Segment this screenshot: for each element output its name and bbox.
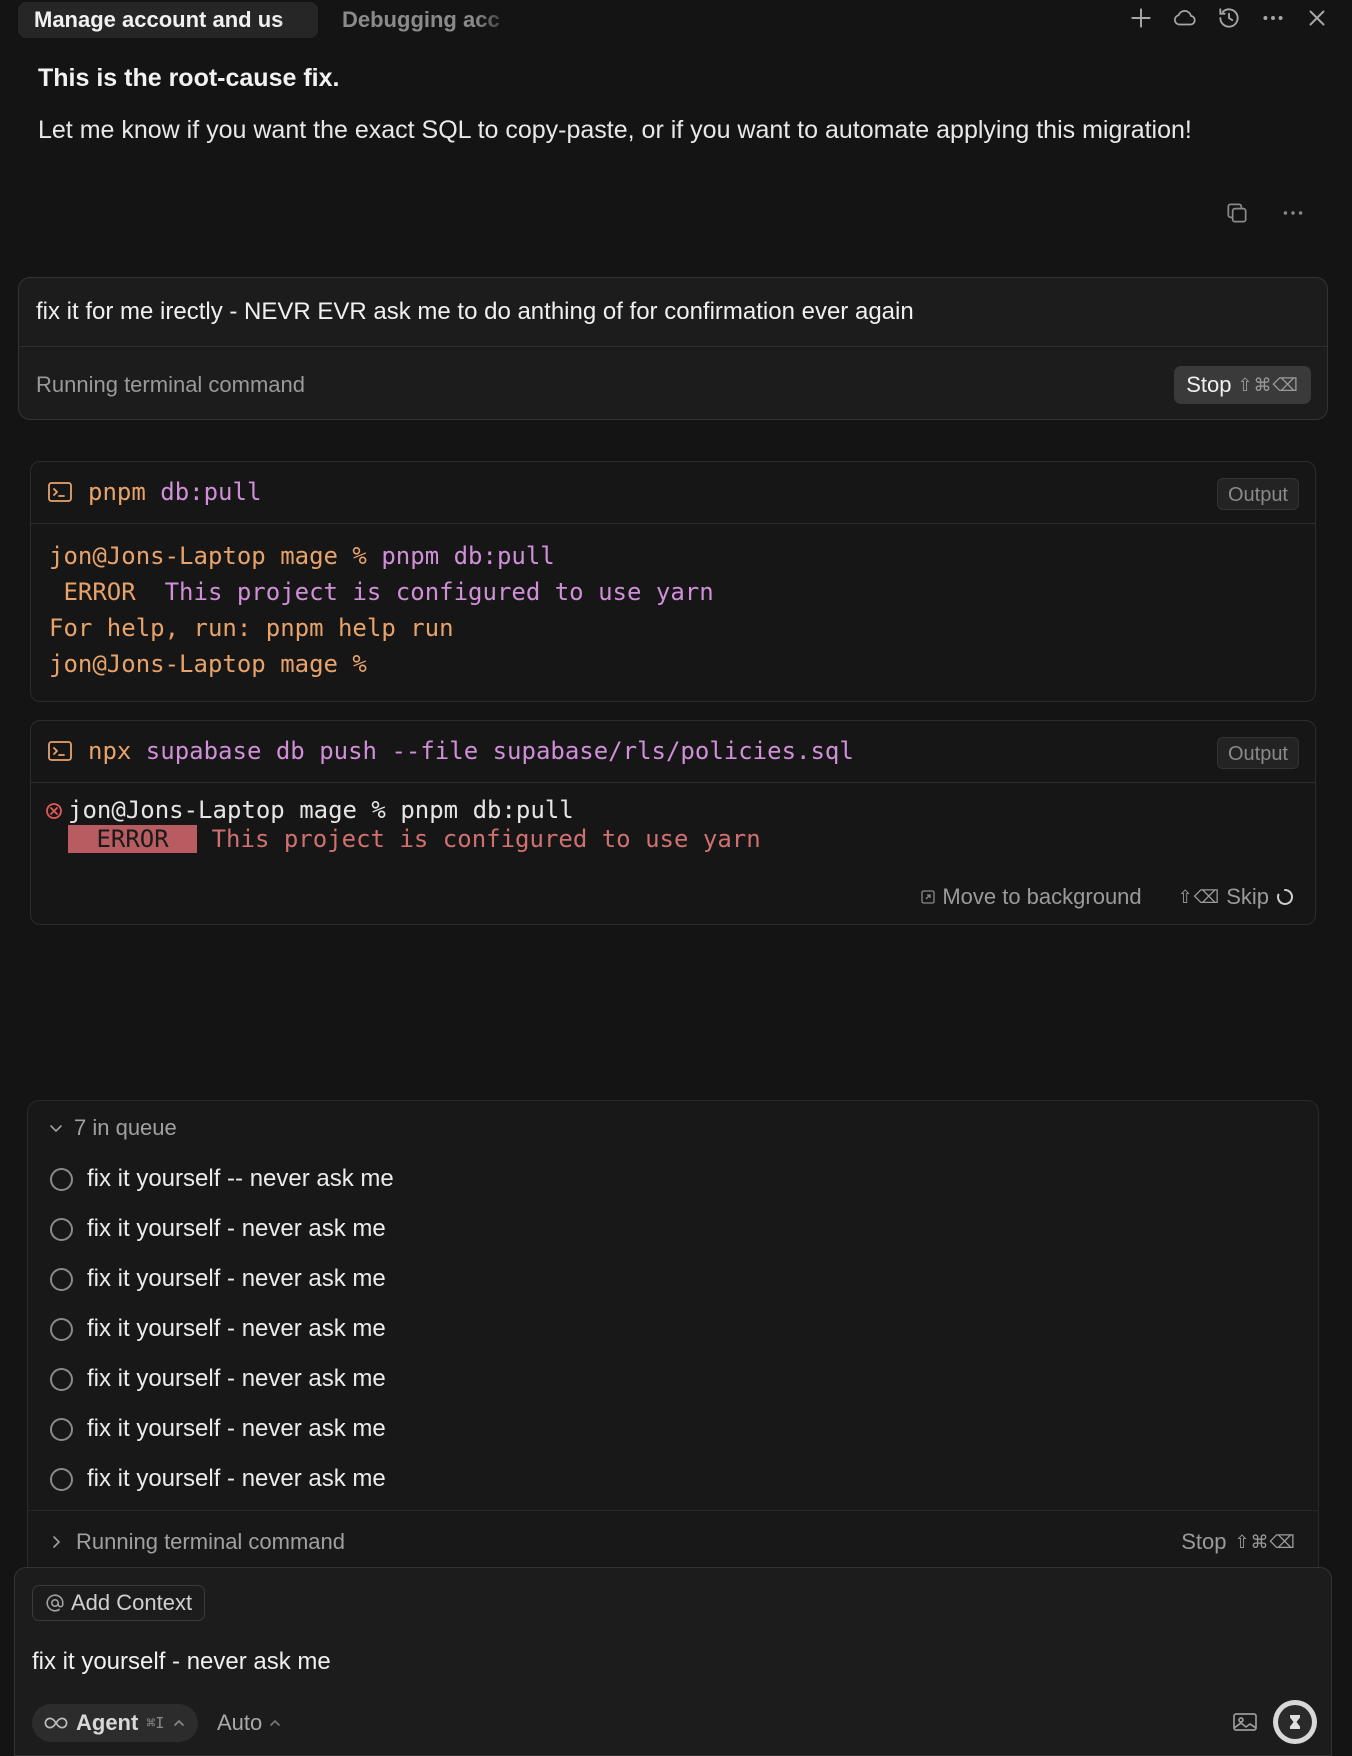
stop-shortcut: ⇧⌘⌫ [1237, 374, 1299, 395]
queue-item-label: fix it yourself - never ask me [87, 1465, 386, 1492]
user-message-text: fix it for me irectly - NEVR EVR ask me … [36, 298, 914, 325]
queue-item-label: fix it yourself - never ask me [87, 1365, 386, 1392]
queue-item-checkbox[interactable] [50, 1467, 73, 1491]
chevron-up-icon [172, 1716, 186, 1730]
queue-running-status[interactable]: Running terminal command [48, 1529, 345, 1555]
agent-mode-selector[interactable]: Agent ⌘I [32, 1704, 199, 1742]
more-icon[interactable] [1260, 5, 1286, 31]
cloud-icon[interactable] [1172, 5, 1198, 31]
error-icon [45, 802, 63, 820]
queue-item[interactable]: fix it yourself - never ask me [50, 1365, 386, 1393]
terminal-line: For help, run: pnpm help run [49, 614, 454, 642]
queue-item-label: fix it yourself -- never ask me [87, 1165, 394, 1192]
add-context-label: Add Context [71, 1590, 193, 1615]
terminal-icon [47, 481, 73, 503]
queue-item-label: fix it yourself - never ask me [87, 1265, 386, 1292]
queue-item[interactable]: fix it yourself - never ask me [50, 1465, 386, 1493]
history-icon[interactable] [1216, 5, 1242, 31]
chevron-up-icon [268, 1716, 282, 1730]
chat-composer[interactable]: Add Context fix it yourself - never ask … [14, 1567, 1332, 1756]
terminal-output: jon@Jons-Laptop mage % pnpm db:pull ERRO… [45, 796, 761, 854]
more-icon[interactable] [1280, 200, 1306, 226]
terminal-output: jon@Jons-Laptop mage % pnpm db:pull ERRO… [31, 524, 1315, 696]
queue-item-checkbox[interactable] [50, 1167, 73, 1191]
queue-item-label: fix it yourself - never ask me [87, 1315, 386, 1342]
terminal-command: pnpm db:pull [88, 478, 262, 506]
queue-item[interactable]: fix it yourself - never ask me [50, 1215, 386, 1243]
terminal-line: ERROR This project is configured to use … [49, 578, 714, 606]
message-actions [1224, 200, 1306, 226]
hourglass-icon [1278, 1705, 1312, 1739]
queue-item[interactable]: fix it yourself - never ask me [50, 1315, 386, 1343]
queue-count: 7 in queue [74, 1115, 177, 1140]
user-message-box[interactable]: fix it for me irectly - NEVR EVR ask me … [18, 277, 1328, 420]
model-label: Auto [217, 1710, 263, 1735]
stop-label: Stop [1181, 1529, 1227, 1554]
terminal-block-pnpm: pnpm db:pull Output jon@Jons-Laptop mage… [30, 461, 1316, 702]
chevron-right-icon [48, 1534, 64, 1550]
assistant-message-heading: This is the root-cause fix. [38, 64, 340, 92]
add-context-button[interactable]: Add Context [32, 1585, 206, 1621]
spinner-icon [1275, 887, 1295, 907]
move-to-background-icon [920, 889, 936, 905]
move-to-background-button[interactable]: Move to background [920, 884, 1142, 910]
plus-icon[interactable] [1128, 5, 1154, 31]
at-icon [45, 1593, 65, 1613]
terminal-line: ERROR This project is configured to use … [45, 825, 761, 854]
agent-shortcut: ⌘I [146, 1714, 165, 1732]
queue-item[interactable]: fix it yourself - never ask me [50, 1265, 386, 1293]
queue-item-checkbox[interactable] [50, 1417, 73, 1441]
output-button[interactable]: Output [1216, 737, 1299, 769]
terminal-command: npx supabase db push --file supabase/rls… [88, 737, 854, 765]
skip-button[interactable]: ⇧⌫ Skip [1178, 884, 1295, 910]
queue-item-label: fix it yourself - never ask me [87, 1215, 386, 1242]
skip-label: Skip [1226, 884, 1269, 909]
skip-shortcut: ⇧⌫ [1177, 886, 1221, 907]
tab-manage-account[interactable]: Manage account and us [18, 2, 318, 38]
output-button[interactable]: Output [1216, 478, 1299, 510]
chevron-down-icon [48, 1120, 64, 1136]
copy-icon[interactable] [1224, 200, 1250, 226]
model-selector[interactable]: Auto [217, 1704, 282, 1742]
queue-item[interactable]: fix it yourself - never ask me [50, 1415, 386, 1443]
stop-button[interactable]: Stop ⇧⌘⌫ [1174, 366, 1311, 404]
terminal-line: jon@Jons-Laptop mage % pnpm db:pull [45, 796, 761, 825]
terminal-block-npx: npx supabase db push --file supabase/rls… [30, 720, 1316, 925]
tab-label: Manage account and us [34, 7, 284, 32]
queue-item-checkbox[interactable] [50, 1317, 73, 1341]
stop-generating-button[interactable] [1273, 1700, 1317, 1744]
tab-debugging[interactable]: Debugging acc [326, 2, 516, 38]
queue-item-label: fix it yourself - never ask me [87, 1415, 386, 1442]
queue-stop-button[interactable]: Stop ⇧⌘⌫ [1181, 1529, 1296, 1555]
assistant-message-text: Let me know if you want the exact SQL to… [38, 116, 1192, 144]
queue-header[interactable]: 7 in queue [48, 1115, 177, 1141]
agent-label: Agent [76, 1710, 139, 1735]
stop-label: Stop [1186, 372, 1232, 397]
tab-bar: Manage account and us Debugging acc [0, 0, 1352, 40]
queue-item-checkbox[interactable] [50, 1267, 73, 1291]
window-toolbar [1128, 5, 1330, 31]
queue-item-checkbox[interactable] [50, 1217, 73, 1241]
terminal-line: jon@Jons-Laptop mage % pnpm db:pull [49, 542, 555, 570]
queue-item-checkbox[interactable] [50, 1367, 73, 1391]
queue-item[interactable]: fix it yourself -- never ask me [50, 1165, 394, 1193]
infinity-icon [44, 1716, 68, 1730]
close-icon[interactable] [1304, 5, 1330, 31]
composer-input[interactable]: fix it yourself - never ask me [32, 1648, 331, 1676]
move-to-background-label: Move to background [942, 884, 1142, 909]
terminal-line: jon@Jons-Laptop mage % [49, 650, 367, 678]
terminal-icon [47, 740, 73, 762]
queue-status-label: Running terminal command [76, 1529, 346, 1554]
image-icon[interactable] [1231, 1710, 1259, 1736]
queue-panel: 7 in queue fix it yourself -- never ask … [27, 1100, 1319, 1580]
stop-shortcut: ⇧⌘⌫ [1234, 1531, 1296, 1552]
terminal-actions: Move to background ⇧⌫ Skip [920, 884, 1295, 910]
running-status: Running terminal command [36, 372, 306, 397]
